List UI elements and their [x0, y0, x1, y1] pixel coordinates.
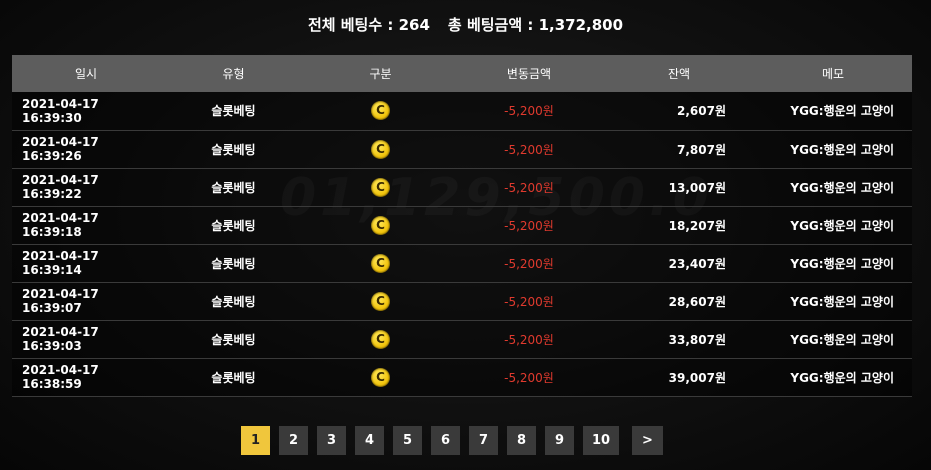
- total-amount-label: 총 베팅금액 :: [447, 16, 539, 34]
- row-category: C: [307, 244, 454, 282]
- coin-icon: C: [371, 253, 390, 273]
- header-category: 구분: [369, 67, 392, 81]
- row-category: C: [307, 358, 454, 396]
- row-balance: 23,407원: [668, 256, 726, 271]
- row-type: 슬롯베팅: [211, 332, 256, 347]
- row-category: C: [307, 282, 454, 320]
- row-memo: YGG:행운의 고양이: [790, 332, 894, 347]
- row-balance: 18,207원: [668, 218, 726, 233]
- row-amount: -5,200원: [504, 142, 554, 157]
- row-datetime: 2021-04-17 16:39:14: [22, 249, 99, 277]
- row-datetime: 2021-04-17 16:39:07: [22, 287, 99, 315]
- row-datetime: 2021-04-17 16:39:18: [22, 211, 99, 239]
- row-balance: 28,607원: [668, 294, 726, 309]
- row-amount: -5,200원: [504, 332, 554, 347]
- betting-history-table-wrap: 일시 유형 구분 변동금액 잔액 메모 2021-04-17 16:39:30 슬…: [12, 55, 912, 397]
- next-page-button[interactable]: >: [632, 426, 663, 455]
- table-header-row: 일시 유형 구분 변동금액 잔액 메모: [12, 55, 912, 92]
- row-memo: YGG:행운의 고양이: [790, 104, 894, 119]
- table-row: 2021-04-17 16:39:30 슬롯베팅 C -5,200원 2,607원 YGG…: [12, 92, 912, 130]
- total-bets-label: 전체 베팅수 :: [307, 16, 399, 34]
- row-category: C: [307, 130, 454, 168]
- coin-icon: C: [371, 101, 390, 121]
- row-amount: -5,200원: [504, 104, 554, 119]
- row-datetime: 2021-04-17 16:39:30: [22, 96, 99, 125]
- row-balance: 2,607원: [677, 104, 726, 119]
- row-type: 슬롯베팅: [211, 218, 256, 233]
- header-datetime: 일시: [74, 67, 98, 81]
- row-datetime: 2021-04-17 16:38:59: [22, 363, 99, 391]
- row-memo: YGG:행운의 고양이: [790, 218, 894, 233]
- betting-summary: 전체 베팅수 : 264 총 베팅금액 : 1,372,800: [0, 14, 931, 35]
- row-datetime: 2021-04-17 16:39:22: [22, 173, 99, 201]
- page-button-3[interactable]: 3: [317, 426, 346, 455]
- coin-icon: C: [371, 329, 390, 349]
- row-type: 슬롯베팅: [211, 256, 256, 271]
- row-type: 슬롯베팅: [211, 180, 256, 195]
- coin-icon: C: [371, 177, 390, 197]
- page-button-7[interactable]: 7: [469, 426, 498, 455]
- coin-icon: C: [371, 215, 390, 235]
- header-memo: 메모: [821, 67, 845, 81]
- page-button-2[interactable]: 2: [279, 426, 308, 455]
- row-amount: -5,200원: [504, 370, 554, 385]
- table-row: 2021-04-17 16:39:07 슬롯베팅 C -5,200원 28,607원 YG…: [12, 282, 912, 320]
- row-datetime: 2021-04-17 16:39:26: [22, 135, 99, 163]
- page-button-6[interactable]: 6: [431, 426, 460, 455]
- page-button-9[interactable]: 9: [545, 426, 574, 455]
- row-memo: YGG:행운의 고양이: [790, 294, 894, 309]
- row-category: C: [307, 92, 454, 130]
- row-type: 슬롯베팅: [211, 142, 256, 157]
- row-category: C: [307, 320, 454, 358]
- page-button-4[interactable]: 4: [355, 426, 384, 455]
- header-amount: 변동금액: [506, 67, 552, 81]
- total-bets-value: 264: [398, 16, 430, 34]
- row-type: 슬롯베팅: [211, 104, 256, 119]
- table-row: 2021-04-17 16:39:03 슬롯베팅 C -5,200원 33,807원 YG…: [12, 320, 912, 358]
- row-type: 슬롯베팅: [211, 370, 256, 385]
- row-balance: 39,007원: [668, 370, 726, 385]
- table-row: 2021-04-17 16:39:22 슬롯베팅 C -5,200원 13,007원 YG…: [12, 168, 912, 206]
- table-row: 2021-04-17 16:39:14 슬롯베팅 C -5,200원 23,407원 YG…: [12, 244, 912, 282]
- row-amount: -5,200원: [504, 294, 554, 309]
- row-balance: 13,007원: [668, 180, 726, 195]
- betting-history-table: 일시 유형 구분 변동금액 잔액 메모 2021-04-17 16:39:30 슬…: [12, 55, 912, 397]
- page-button-1[interactable]: 1: [241, 426, 270, 455]
- total-amount-value: 1,372,800: [538, 16, 624, 34]
- row-amount: -5,200원: [504, 180, 554, 195]
- row-balance: 7,807원: [677, 142, 726, 157]
- row-datetime: 2021-04-17 16:39:03: [22, 325, 99, 353]
- row-memo: YGG:행운의 고양이: [790, 256, 894, 271]
- page-button-8[interactable]: 8: [507, 426, 536, 455]
- page-button-5[interactable]: 5: [393, 426, 422, 455]
- row-category: C: [307, 168, 454, 206]
- row-memo: YGG:행운의 고양이: [790, 142, 894, 157]
- row-memo: YGG:행운의 고양이: [790, 180, 894, 195]
- header-balance: 잔액: [667, 67, 691, 81]
- page-button-10[interactable]: 10: [583, 426, 619, 455]
- pagination: 1 2 3 4 5 6 7 8 9 10 >: [241, 426, 663, 455]
- row-type: 슬롯베팅: [211, 294, 256, 309]
- table-row: 2021-04-17 16:39:18 슬롯베팅 C -5,200원 18,207원 YG…: [12, 206, 912, 244]
- coin-icon: C: [371, 139, 390, 159]
- row-amount: -5,200원: [504, 256, 554, 271]
- header-type: 유형: [222, 67, 245, 81]
- row-category: C: [307, 206, 454, 244]
- row-amount: -5,200원: [504, 218, 554, 233]
- row-memo: YGG:행운의 고양이: [790, 370, 894, 385]
- coin-icon: C: [371, 291, 390, 311]
- coin-icon: C: [371, 367, 390, 387]
- table-row: 2021-04-17 16:38:59 슬롯베팅 C -5,200원 39,007원 YG…: [12, 358, 912, 396]
- table-row: 2021-04-17 16:39:26 슬롯베팅 C -5,200원 7,807원 YGG…: [12, 130, 912, 168]
- row-balance: 33,807원: [668, 332, 726, 347]
